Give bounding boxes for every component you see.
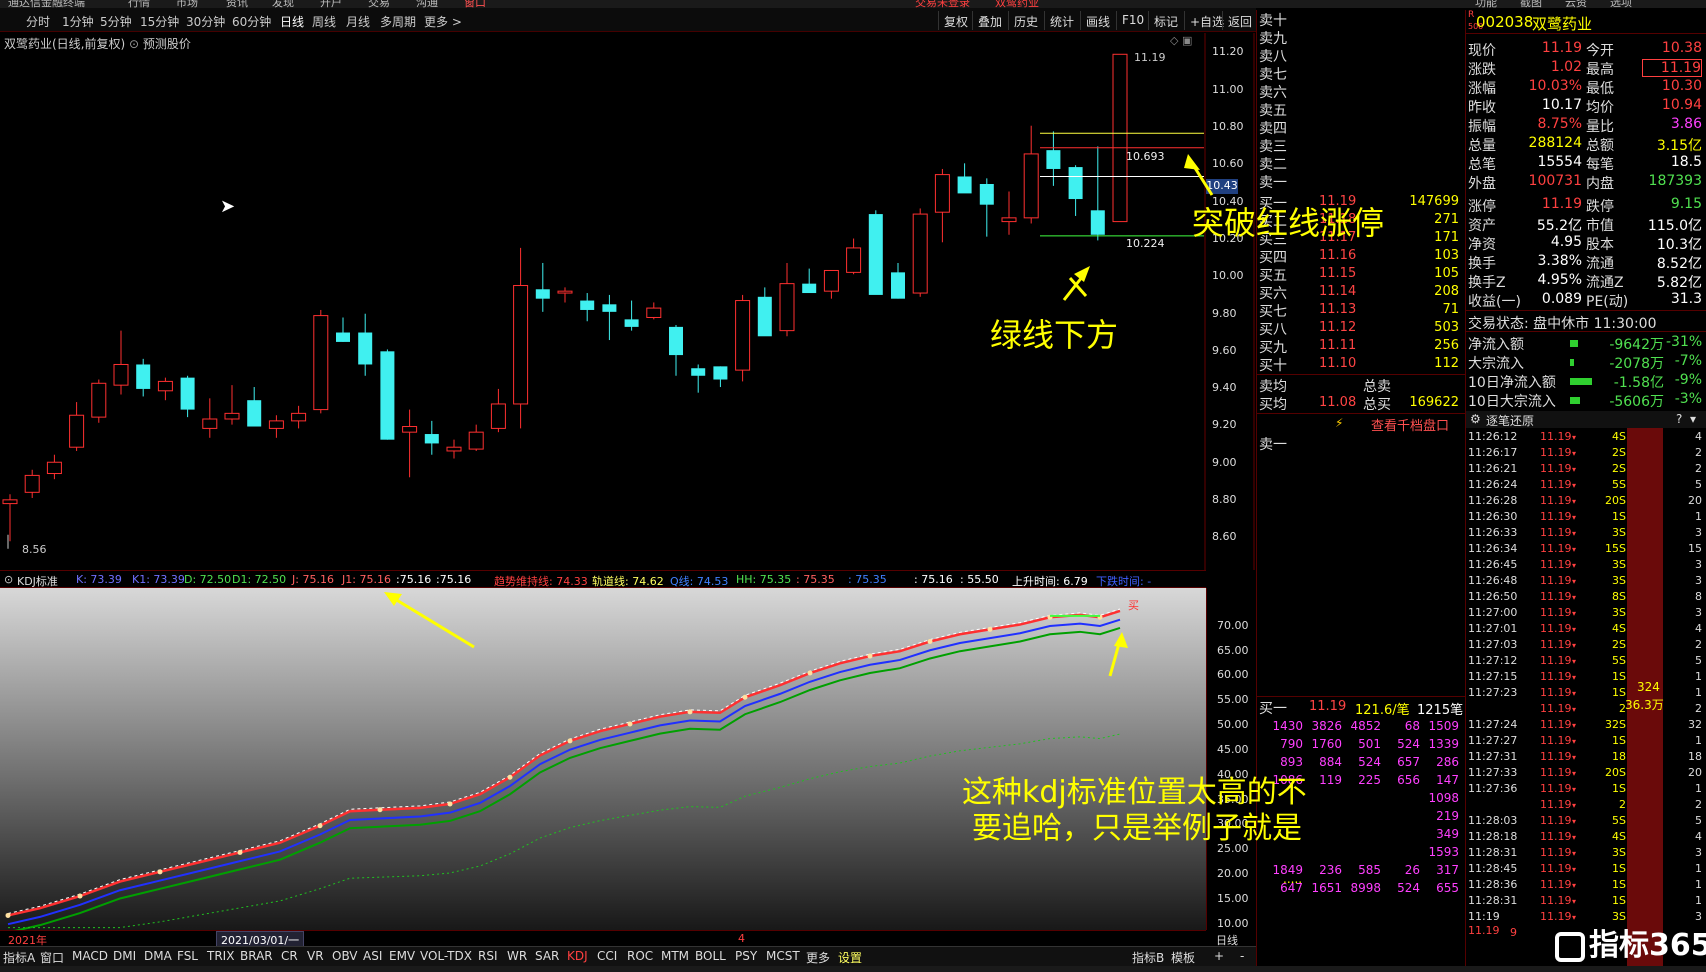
watermark-logo: 指标365 — [1555, 920, 1706, 964]
annotation-arrows — [384, 154, 1214, 677]
arrow-icon — [389, 594, 475, 649]
watermark-icon — [1555, 931, 1585, 962]
arrow-icon — [1074, 266, 1090, 282]
arrow-icon — [1184, 154, 1200, 170]
annotation-kdj-note-2: 要追哈，只是举例子就是 — [972, 811, 1302, 846]
annotation-breakout: 突破红线涨停 — [1192, 204, 1385, 242]
arrow-icon — [384, 592, 402, 606]
arrow-icon — [1114, 632, 1128, 648]
mouse-cursor-icon: ➤ — [220, 196, 236, 217]
annotation-below-green: 绿线下方 — [990, 316, 1119, 354]
